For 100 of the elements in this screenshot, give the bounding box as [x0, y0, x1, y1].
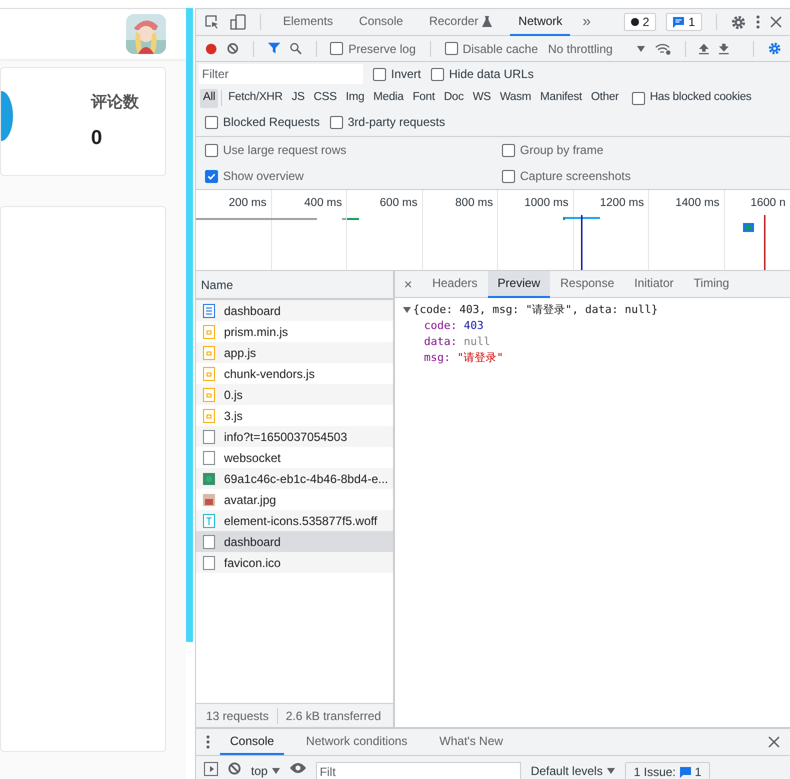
settings-icon[interactable]: [731, 14, 746, 30]
request-row[interactable]: dashboard: [196, 531, 393, 552]
checkbox-label[interactable]: Blocked Requests: [223, 113, 320, 131]
request-row[interactable]: app.js: [196, 342, 393, 363]
type-filter-button[interactable]: Img: [342, 88, 368, 108]
request-row[interactable]: 69a1c46c-eb1c-4b46-8bd4-e...: [196, 468, 393, 489]
drawer-tab[interactable]: What's New: [429, 729, 514, 755]
time-tick: 1400 ms: [675, 196, 720, 211]
checkbox[interactable]: [330, 116, 343, 128]
checkbox[interactable]: [205, 116, 218, 128]
summary-text: 2.6 kB transferred: [286, 708, 382, 724]
type-filter-button[interactable]: Other: [588, 88, 622, 108]
request-row[interactable]: info?t=1650037054503: [196, 426, 393, 447]
property-line: msg: "请登录": [423, 350, 504, 366]
type-filter-button[interactable]: WS: [470, 88, 494, 108]
request-row[interactable]: 0.js: [196, 384, 393, 405]
detail-tab[interactable]: Initiator: [624, 270, 684, 298]
inspect-icon[interactable]: [204, 14, 220, 30]
time-tick: 600 ms: [380, 196, 418, 211]
time-tick: 800 ms: [455, 196, 493, 211]
type-filter-button[interactable]: Doc: [440, 88, 467, 108]
clear-icon[interactable]: [227, 42, 239, 55]
download-icon[interactable]: [719, 42, 729, 54]
type-filter-button[interactable]: Fetch/XHR: [225, 88, 286, 108]
message-icon: [673, 16, 684, 28]
more-menu-icon[interactable]: [206, 735, 210, 749]
checkbox[interactable]: [431, 68, 444, 80]
type-filter-button[interactable]: JS: [288, 88, 308, 108]
close-icon[interactable]: [770, 16, 782, 28]
more-tabs-button[interactable]: »: [580, 10, 593, 34]
checkbox-label[interactable]: Hide data URLs: [449, 65, 534, 83]
request-row[interactable]: element-icons.535877f5.woff: [196, 510, 393, 531]
filter-field[interactable]: Filter: [199, 64, 363, 84]
expand-triangle-icon[interactable]: [403, 306, 411, 314]
type-filter-button[interactable]: Font: [410, 88, 438, 108]
overview-timeline[interactable]: 200 ms 400 ms 600 ms 800 ms 1000 ms 1200 ms 1400 ms 1600 n: [196, 190, 790, 271]
checkbox-label[interactable]: Group by frame: [520, 141, 604, 159]
drawer-tab[interactable]: Network conditions: [296, 729, 418, 755]
checkbox[interactable]: [502, 170, 515, 182]
script-icon: [203, 408, 215, 422]
checkbox[interactable]: [205, 170, 218, 182]
eye-icon[interactable]: [290, 762, 306, 774]
checkbox[interactable]: [330, 42, 344, 55]
filter-icon[interactable]: [268, 42, 280, 55]
checkbox-label[interactable]: Invert: [391, 65, 422, 83]
checkbox-label[interactable]: Use large request rows: [223, 141, 346, 159]
wifi-gear-icon[interactable]: [654, 42, 671, 56]
panel-tab[interactable]: Recorder: [421, 8, 500, 36]
console-filter-field[interactable]: Filt: [316, 762, 521, 779]
detail-tab[interactable]: Timing: [684, 270, 740, 298]
time-tick: 1600 n: [750, 196, 786, 211]
levels-dropdown[interactable]: Default levels: [530, 762, 615, 779]
panel-tab[interactable]: Console: [351, 8, 412, 36]
summary-text: 13 requests: [206, 708, 269, 724]
image-icon: [203, 494, 215, 506]
settings-icon[interactable]: [768, 41, 781, 56]
type-filter-button[interactable]: Wasm: [496, 88, 534, 108]
time-tick: 1200 ms: [600, 196, 644, 211]
sidebar-toggle-icon[interactable]: [204, 762, 218, 776]
detail-tab[interactable]: Headers: [422, 270, 488, 298]
type-filter-button[interactable]: Manifest: [537, 88, 586, 108]
checkbox-label[interactable]: Capture screenshots: [520, 167, 631, 185]
type-filter-button[interactable]: All: [200, 88, 218, 108]
file-icon: [203, 534, 215, 548]
upload-icon[interactable]: [699, 42, 710, 54]
checkbox-label[interactable]: Show overview: [223, 167, 304, 185]
more-menu-icon[interactable]: [756, 15, 760, 29]
checkbox[interactable]: [205, 144, 218, 156]
close-button[interactable]: ×: [404, 274, 412, 294]
issues-button[interactable]: 1 Issue: 1: [624, 762, 710, 779]
checkbox[interactable]: [502, 144, 515, 156]
resize-handle[interactable]: [186, 8, 193, 642]
device-icon[interactable]: [230, 14, 246, 30]
errors-badge[interactable]: 2: [624, 13, 656, 31]
script-icon: [203, 324, 215, 338]
column-header[interactable]: Name: [201, 276, 234, 294]
detail-tab[interactable]: Preview: [488, 270, 550, 298]
context-dropdown[interactable]: top: [251, 762, 280, 779]
detail-tab[interactable]: Response: [550, 270, 624, 298]
checkbox-label[interactable]: 3rd-party requests: [348, 113, 446, 131]
script-icon: [203, 346, 215, 360]
close-icon[interactable]: [768, 736, 780, 748]
clear-icon[interactable]: [228, 762, 241, 775]
type-filter-button[interactable]: Media: [370, 88, 407, 108]
checkbox-label[interactable]: Has blocked cookies: [650, 89, 752, 107]
checkbox[interactable]: [444, 42, 458, 55]
throttling-dropdown[interactable]: No throttling: [548, 40, 645, 58]
checkbox-label[interactable]: Preserve log: [348, 40, 416, 58]
checkbox[interactable]: [373, 68, 386, 80]
record-icon[interactable]: [205, 42, 218, 56]
request-row[interactable]: favicon.ico: [196, 552, 393, 573]
panel-tab[interactable]: Network: [510, 8, 570, 36]
panel-tab[interactable]: Elements: [275, 8, 342, 36]
issues-badge[interactable]: 1: [666, 13, 702, 31]
checkbox[interactable]: [632, 92, 645, 104]
type-filter-button[interactable]: CSS: [310, 88, 340, 108]
search-icon[interactable]: [290, 42, 302, 55]
checkbox-label[interactable]: Disable cache: [462, 40, 538, 58]
time-tick: 200 ms: [228, 196, 266, 211]
request-row[interactable]: dashboard: [196, 300, 393, 321]
